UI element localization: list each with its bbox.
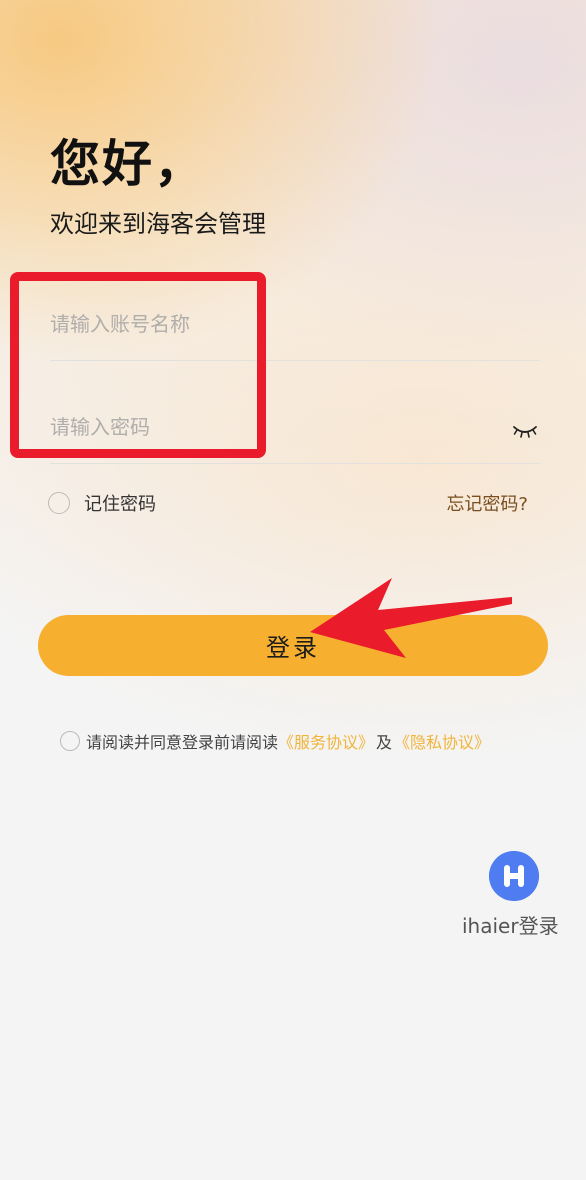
eye-closed-icon[interactable]	[512, 423, 538, 439]
remember-password-checkbox[interactable]	[48, 492, 70, 514]
account-field	[50, 290, 540, 361]
agreement-text: 请阅读并同意登录前请阅读	[86, 733, 279, 752]
welcome-subtitle: 欢迎来到海客会管理	[50, 210, 266, 238]
account-input[interactable]	[50, 306, 470, 342]
agreement-checkbox[interactable]	[60, 731, 80, 751]
forgot-password-link[interactable]: 忘记密码?	[446, 490, 528, 516]
privacy-agreement-link[interactable]: 《隐私协议》	[394, 729, 490, 753]
agreement-conjunction: 及	[376, 733, 393, 752]
ihaier-logo-icon[interactable]	[489, 851, 539, 901]
service-agreement-link[interactable]: 《服务协议》	[278, 729, 374, 753]
password-field	[50, 393, 540, 464]
password-input[interactable]	[50, 409, 470, 445]
ihaier-login-label[interactable]: ihaier登录	[462, 910, 559, 939]
agreement-row: 请阅读并同意登录前请阅读 《服务协议》 及 《隐私协议》	[60, 727, 490, 755]
login-button[interactable]: 登录	[38, 615, 548, 676]
remember-password-row[interactable]: 记住密码	[48, 488, 156, 518]
remember-password-label: 记住密码	[84, 494, 156, 515]
greeting-title: 您好，	[50, 135, 206, 193]
